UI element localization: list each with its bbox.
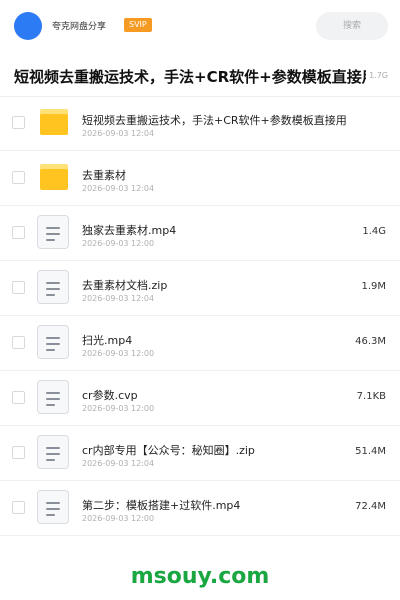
watermark: msouy.com bbox=[130, 564, 270, 589]
share-name: 夸克网盘分享 bbox=[52, 22, 107, 32]
file-list: 短视频去重搬运技术，手法+CR软件+参数模板直接用 2026-09-03 12:0… bbox=[0, 96, 400, 536]
file-size: 46.3M bbox=[355, 336, 386, 347]
list-item[interactable]: 去重素材文档.zip 2026-09-03 12:04 1.9M bbox=[0, 261, 400, 316]
folder-icon bbox=[40, 164, 68, 190]
row-checkbox[interactable] bbox=[12, 281, 25, 294]
search-input[interactable] bbox=[316, 12, 388, 40]
row-checkbox[interactable] bbox=[12, 116, 25, 129]
file-date: 2026-09-03 12:00 bbox=[82, 239, 155, 248]
row-checkbox[interactable] bbox=[12, 171, 25, 184]
file-name: 短视频去重搬运技术，手法+CR软件+参数模板直接用 bbox=[82, 114, 347, 127]
file-size: 1.4G bbox=[362, 226, 386, 237]
file-name: 第二步：模板搭建+过软件.mp4 bbox=[82, 499, 241, 512]
folder-icon bbox=[40, 109, 68, 135]
list-item[interactable]: cr参数.cvp 2026-09-03 12:00 7.1KB bbox=[0, 371, 400, 426]
avatar[interactable] bbox=[14, 12, 42, 40]
row-checkbox[interactable] bbox=[12, 501, 25, 514]
file-icon bbox=[37, 270, 69, 304]
svip-badge: SVIP bbox=[124, 18, 152, 32]
file-size: 51.4M bbox=[355, 446, 386, 457]
row-checkbox[interactable] bbox=[12, 391, 25, 404]
file-icon bbox=[37, 325, 69, 359]
file-name: 扫光.mp4 bbox=[82, 334, 133, 347]
row-checkbox[interactable] bbox=[12, 446, 25, 459]
file-size: 72.4M bbox=[355, 501, 386, 512]
file-icon bbox=[37, 380, 69, 414]
file-date: 2026-09-03 12:00 bbox=[82, 514, 155, 523]
file-icon bbox=[37, 490, 69, 524]
row-checkbox[interactable] bbox=[12, 226, 25, 239]
file-date: 2026-09-03 12:04 bbox=[82, 459, 155, 468]
file-date: 2026-09-03 12:04 bbox=[82, 294, 155, 303]
file-name: 去重素材文档.zip bbox=[82, 279, 168, 292]
file-icon bbox=[37, 435, 69, 469]
file-name: 去重素材 bbox=[82, 169, 126, 182]
file-date: 2026-09-03 12:00 bbox=[82, 349, 155, 358]
folder-title-row: 短视频去重搬运技术，手法+CR软件+参数模板直接用 1.7G bbox=[0, 52, 400, 97]
file-icon bbox=[37, 215, 69, 249]
list-item[interactable]: cr内部专用【公众号：秘知圈】.zip 2026-09-03 12:04 51.4M bbox=[0, 426, 400, 481]
page-title: 短视频去重搬运技术，手法+CR软件+参数模板直接用 bbox=[14, 68, 366, 86]
file-size: 7.1KB bbox=[356, 391, 386, 402]
folder-size: 1.7G bbox=[369, 71, 388, 80]
file-date: 2026-09-03 12:00 bbox=[82, 404, 155, 413]
file-date: 2026-09-03 12:04 bbox=[82, 129, 155, 138]
file-name: cr参数.cvp bbox=[82, 389, 138, 402]
list-item[interactable]: 扫光.mp4 2026-09-03 12:00 46.3M bbox=[0, 316, 400, 371]
list-item[interactable]: 短视频去重搬运技术，手法+CR软件+参数模板直接用 2026-09-03 12:0… bbox=[0, 96, 400, 151]
file-name: 独家去重素材.mp4 bbox=[82, 224, 177, 237]
file-date: 2026-09-03 12:04 bbox=[82, 184, 155, 193]
list-item[interactable]: 独家去重素材.mp4 2026-09-03 12:00 1.4G bbox=[0, 206, 400, 261]
list-item[interactable]: 去重素材 2026-09-03 12:04 bbox=[0, 151, 400, 206]
list-item[interactable]: 第二步：模板搭建+过软件.mp4 2026-09-03 12:00 72.4M bbox=[0, 481, 400, 536]
file-size: 1.9M bbox=[361, 281, 386, 292]
header: 夸克网盘分享 SVIP bbox=[0, 0, 400, 52]
row-checkbox[interactable] bbox=[12, 336, 25, 349]
file-name: cr内部专用【公众号：秘知圈】.zip bbox=[82, 444, 255, 457]
